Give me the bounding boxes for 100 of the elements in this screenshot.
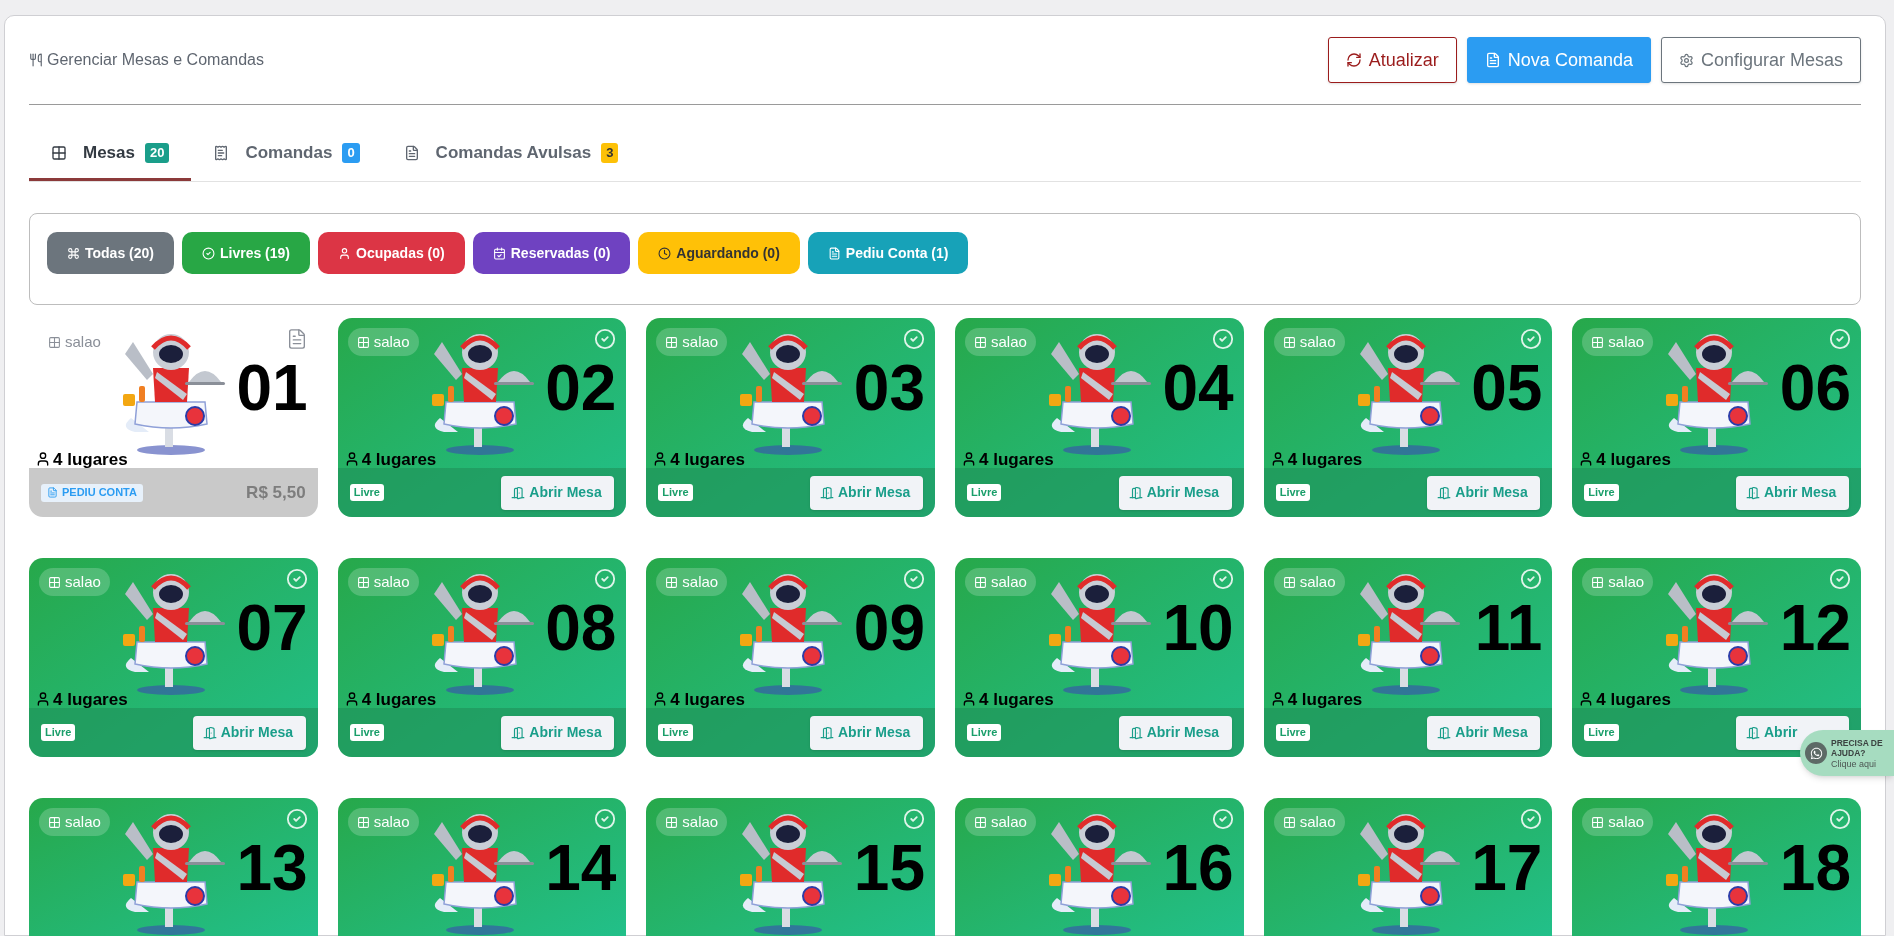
table-number: 09 (853, 596, 925, 660)
refresh-icon (1345, 52, 1362, 68)
filter-chip[interactable]: Reservadas (0) (472, 232, 631, 274)
table-number: 02 (545, 356, 617, 420)
table-number: 10 (1162, 596, 1234, 660)
table-card[interactable]: salao 04 4 lugares Livre Abrir Mesa (955, 318, 1244, 517)
table-card[interactable]: salao 03 4 lugares Livre Abrir Mesa (646, 318, 935, 517)
calendar-icon (492, 246, 506, 260)
utensils-icon (29, 53, 43, 67)
tab[interactable]: Comandas Avulsas 3 (381, 127, 641, 181)
status-badge: Livre (967, 724, 1002, 741)
table-card[interactable]: salao 17 (1263, 798, 1553, 936)
grid-icon (1282, 335, 1296, 349)
grid-icon (51, 144, 67, 161)
status-badge: Livre (1275, 724, 1310, 741)
check-circle-icon (1829, 808, 1851, 830)
filter-chip[interactable]: Aguardando (0) (638, 232, 800, 274)
door-icon (1437, 725, 1452, 740)
status-badge: Livre (658, 484, 693, 501)
settings-icon (1678, 52, 1694, 68)
check-circle-icon (1211, 328, 1234, 350)
seats-label: 4 lugares (53, 690, 128, 708)
area-name: salao (65, 331, 101, 352)
table-card[interactable]: salao 02 4 lugares Livre Abrir Mesa (337, 318, 627, 517)
tab-label: Comandas Avulsas (435, 141, 592, 164)
seats-label: 4 lugares (361, 690, 437, 708)
table-number: 03 (853, 356, 925, 420)
area-name: salao (1608, 571, 1645, 592)
check-circle-icon (1520, 568, 1543, 590)
table-card[interactable]: salao 11 4 lugares Livre Abrir Mesa (1263, 558, 1553, 757)
tab[interactable]: Mesas 20 (29, 127, 192, 181)
table-card[interactable]: salao 13 (29, 798, 318, 936)
check-circle-icon (1829, 328, 1851, 350)
amount-label: R$ 5,50 (246, 481, 306, 504)
area-name: salao (682, 331, 719, 352)
door-icon (511, 725, 526, 740)
area-name: salao (65, 811, 101, 832)
table-card[interactable]: salao 05 4 lugares Livre Abrir Mesa (1263, 318, 1553, 517)
whatsapp-icon (1805, 742, 1827, 764)
seats-label: 4 lugares (1287, 450, 1363, 468)
check-circle-icon (1211, 808, 1234, 830)
door-icon (1746, 485, 1760, 500)
grid-icon (1591, 815, 1605, 829)
document-icon (1484, 52, 1501, 68)
grid-icon (48, 575, 61, 589)
check-circle-icon (202, 246, 215, 260)
page-title: Gerenciar Mesas e Comandas (47, 50, 264, 70)
grid-icon (1591, 575, 1605, 589)
settings-button[interactable]: Configurar Mesas (1660, 37, 1861, 83)
filter-chip[interactable]: Todas (20) (47, 232, 174, 274)
area-name: salao (373, 811, 410, 832)
area-name: salao (682, 811, 719, 832)
check-circle-icon (594, 328, 617, 350)
check-circle-icon (903, 568, 925, 590)
grid-icon (1282, 815, 1296, 829)
status-badge: Livre (1275, 484, 1310, 501)
refresh-button[interactable]: Atualizar (1327, 37, 1457, 83)
seats-label: 4 lugares (1287, 690, 1363, 708)
table-card[interactable]: salao 09 4 lugares Livre Abrir Mesa (646, 558, 935, 757)
user-icon (961, 691, 977, 707)
table-number: 15 (853, 836, 925, 900)
seats-label: 4 lugares (670, 690, 745, 708)
tab-label: Mesas (83, 141, 135, 164)
user-icon (338, 246, 352, 260)
area-name: salao (1299, 331, 1336, 352)
table-number: 07 (236, 596, 308, 660)
door-icon (820, 725, 834, 740)
door-icon (511, 485, 526, 500)
document-icon (47, 487, 58, 498)
seats-label: 4 lugares (979, 450, 1054, 468)
seats-label: 4 lugares (1596, 690, 1671, 708)
grid-icon (1591, 335, 1605, 349)
tab[interactable]: Comandas 0 (191, 127, 382, 181)
check-circle-icon (1520, 328, 1543, 350)
count-badge: 3 (601, 142, 619, 163)
table-card[interactable]: salao 15 (646, 798, 935, 936)
table-card[interactable]: salao 08 4 lugares Livre Abrir Mesa (337, 558, 627, 757)
grid-icon (665, 815, 679, 829)
table-card[interactable]: salao 10 4 lugares Livre Abrir Mesa (955, 558, 1244, 757)
document-icon (403, 144, 420, 161)
area-name: salao (682, 571, 719, 592)
grid-icon (48, 815, 61, 829)
check-circle-icon (903, 808, 925, 830)
status-badge: Livre (349, 484, 384, 501)
help-toast[interactable]: PRECISA DE AJUDA? Clique aqui (1800, 730, 1894, 776)
user-icon (961, 451, 977, 467)
table-card[interactable]: salao 07 4 lugares Livre Abrir Mesa (29, 558, 318, 757)
table-card[interactable]: salao 18 (1572, 798, 1861, 936)
table-card[interactable]: salao 16 (955, 798, 1244, 936)
filter-chip[interactable]: Ocupadas (0) (318, 232, 465, 274)
check-circle-icon (1211, 568, 1234, 590)
grid-icon (356, 575, 370, 589)
table-number: 04 (1162, 356, 1234, 420)
status-badge: Livre (349, 724, 384, 741)
door-icon (202, 725, 217, 740)
table-card[interactable]: salao 06 4 lugares Livre Abrir Mesa (1572, 318, 1861, 517)
status-badge: Livre (658, 724, 693, 741)
table-number: 08 (545, 596, 617, 660)
table-card[interactable]: salao 14 (337, 798, 627, 936)
area-name: salao (991, 811, 1027, 832)
